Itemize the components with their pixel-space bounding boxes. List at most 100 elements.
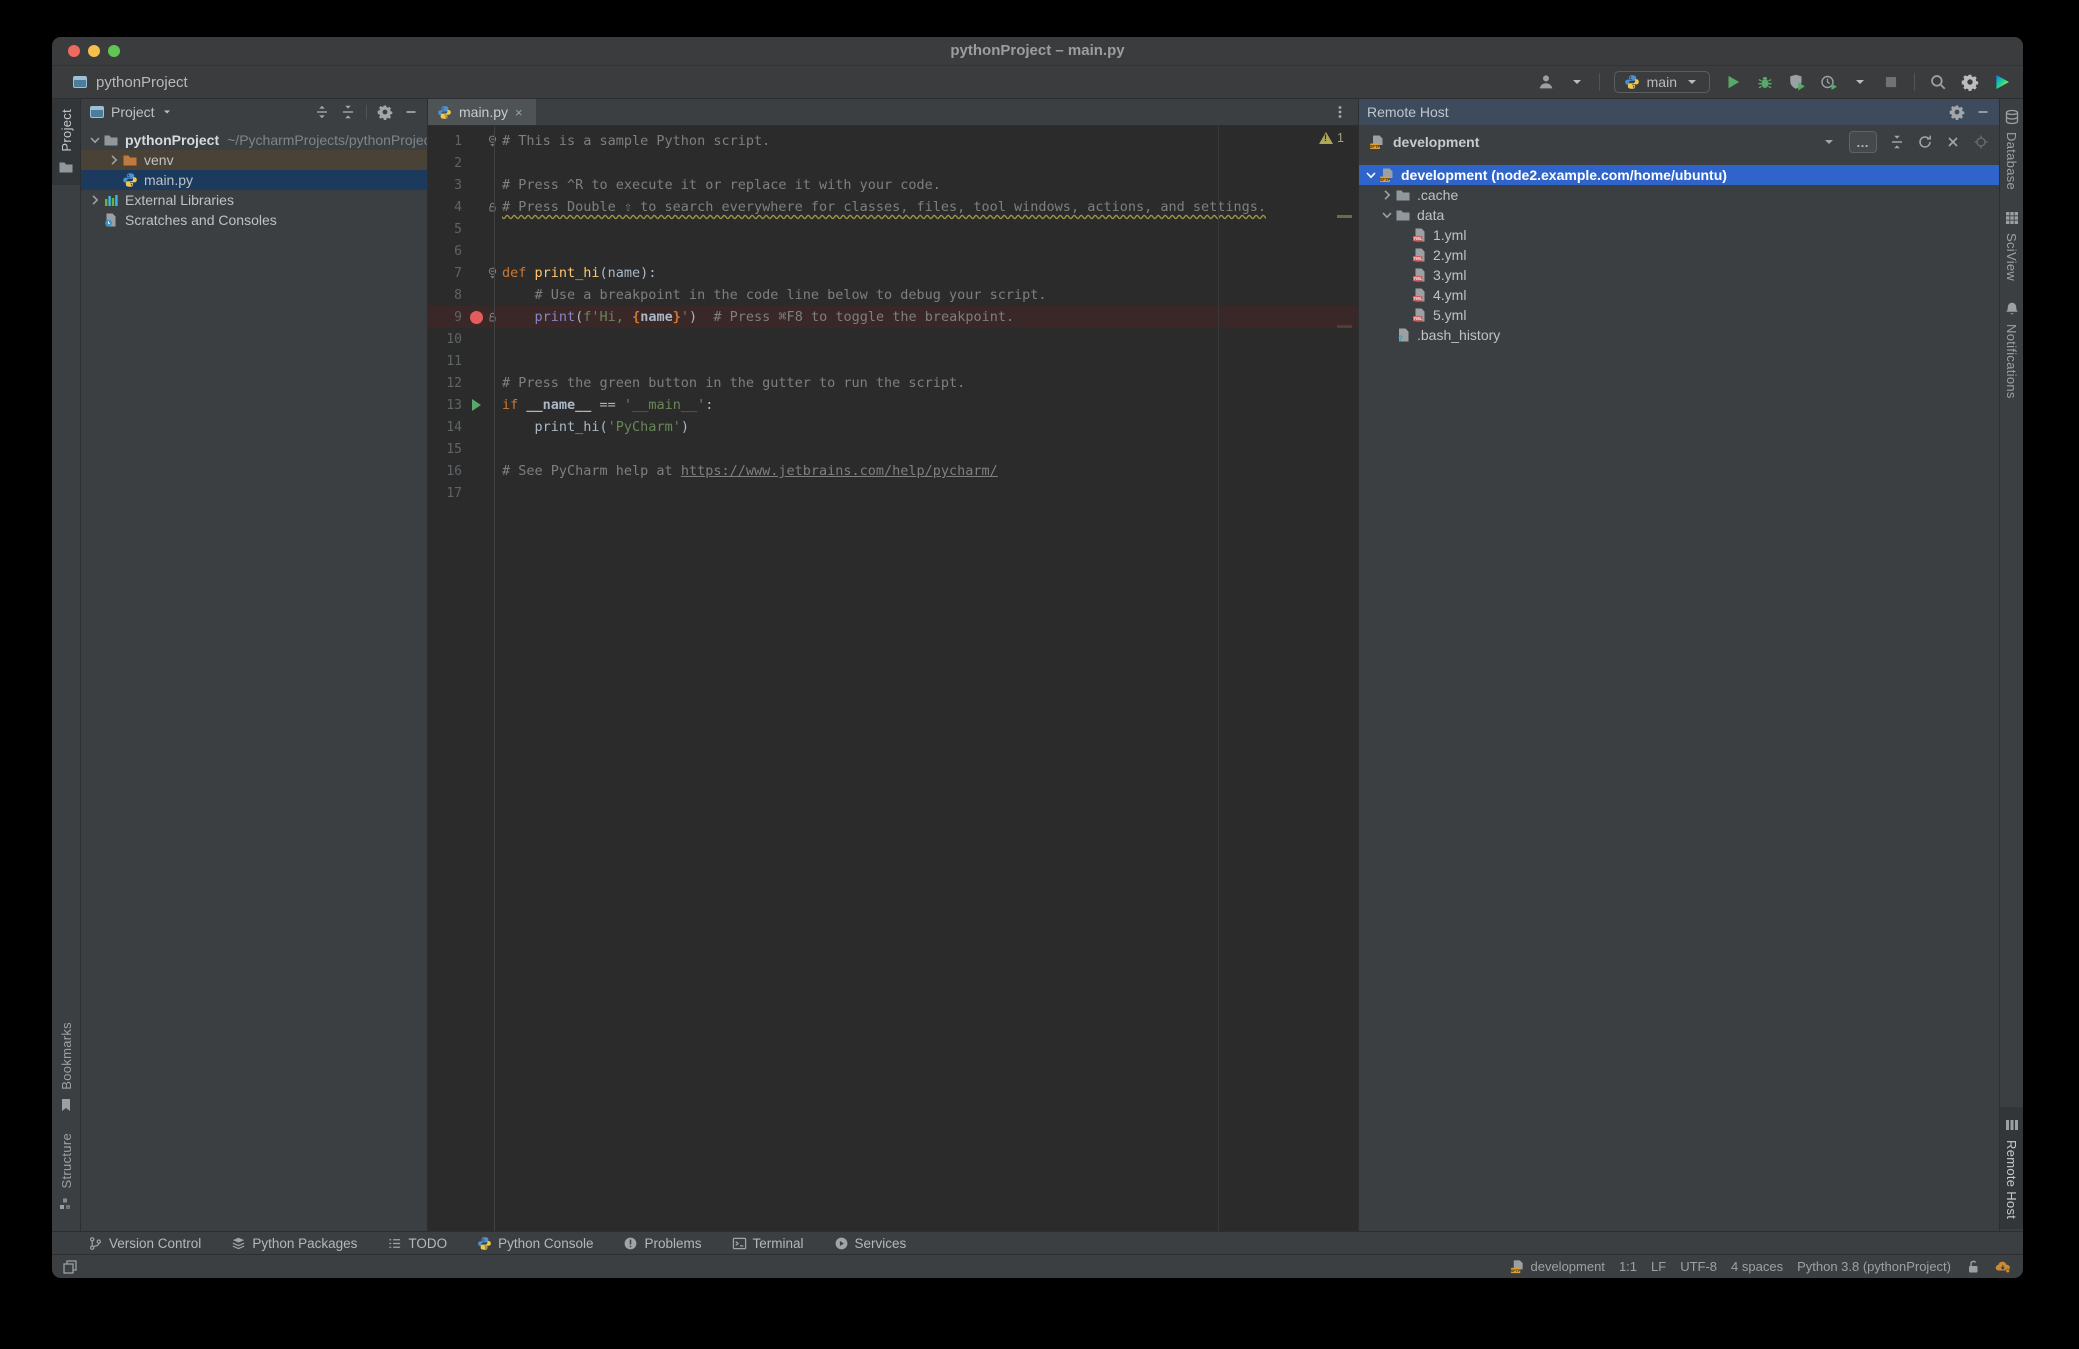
chevron-collapsed-icon[interactable] xyxy=(87,192,103,208)
chevron-expanded-icon[interactable] xyxy=(1363,167,1379,183)
remote-sync-icon[interactable] xyxy=(1917,134,1933,150)
status-item[interactable]: 4 spaces xyxy=(1731,1259,1783,1274)
chevron-expanded-icon[interactable] xyxy=(1379,207,1395,223)
remote-settings-icon[interactable] xyxy=(1949,104,1965,120)
line-number[interactable]: 9 xyxy=(428,310,466,325)
settings-button-icon[interactable] xyxy=(1961,73,1979,91)
server-select[interactable]: development xyxy=(1393,134,1479,150)
tool-tab-structure[interactable]: Structure xyxy=(52,1123,80,1221)
remote-collapse-all-icon[interactable] xyxy=(1889,134,1905,150)
tool-window-button-python-console[interactable]: Python Console xyxy=(477,1236,593,1251)
line-number[interactable]: 1 xyxy=(428,134,466,149)
tool-tab-remote-host[interactable]: Remote Host xyxy=(2000,1106,2023,1229)
status-item[interactable]: LF xyxy=(1651,1259,1666,1274)
user-button-icon[interactable] xyxy=(1537,73,1555,91)
logo-button-icon[interactable] xyxy=(1993,73,2011,91)
remote-tree-item[interactable]: YML 4.yml xyxy=(1359,285,1999,305)
remote-tree-item[interactable]: YML 2.yml xyxy=(1359,245,1999,265)
status-item[interactable]: Python 3.8 (pythonProject) xyxy=(1797,1259,1951,1274)
line-number[interactable]: 4 xyxy=(428,200,466,215)
tool-window-button-python-packages[interactable]: Python Packages xyxy=(231,1236,357,1251)
tool-window-button-services[interactable]: Services xyxy=(834,1236,906,1251)
remote-tree-item[interactable]: YML 5.yml xyxy=(1359,305,1999,325)
tool-window-button-version-control[interactable]: Version Control xyxy=(88,1236,201,1251)
tool-tab-database[interactable]: Database xyxy=(2000,99,2023,200)
remote-tree-item[interactable]: YML 3.yml xyxy=(1359,265,1999,285)
remote-hide-icon[interactable] xyxy=(1975,104,1991,120)
fold-marker-icon[interactable] xyxy=(487,310,498,325)
code-editor[interactable]: 1 # This is a sample Python script. 2 3 # Pr… xyxy=(428,126,1358,1231)
fold-marker-icon[interactable] xyxy=(487,134,498,149)
cloud-sync-icon[interactable] xyxy=(1995,1259,2011,1275)
line-number[interactable]: 2 xyxy=(428,156,466,171)
project-collapse-all-icon[interactable] xyxy=(340,104,356,120)
remote-tree-item[interactable]: .cache xyxy=(1359,185,1999,205)
line-number[interactable]: 13 xyxy=(428,398,466,413)
run-line-icon[interactable] xyxy=(471,399,481,411)
project-expand-all-icon[interactable] xyxy=(314,104,330,120)
remote-tree-item[interactable]: SFTP development (node2.example.com/home/… xyxy=(1359,165,1999,185)
tool-tab-notifications[interactable]: Notifications xyxy=(2000,291,2023,409)
fold-marker-icon[interactable] xyxy=(487,200,498,215)
line-number[interactable]: 17 xyxy=(428,486,466,501)
chevron-expanded-icon[interactable] xyxy=(87,132,103,148)
line-number[interactable]: 5 xyxy=(428,222,466,237)
remote-tree-item[interactable]: ? .bash_history xyxy=(1359,325,1999,345)
inspections-widget[interactable]: 1 xyxy=(1319,131,1344,145)
status-item[interactable]: UTF-8 xyxy=(1680,1259,1717,1274)
more-actions-button[interactable]: … xyxy=(1849,131,1877,153)
tool-window-button-terminal[interactable]: Terminal xyxy=(732,1236,804,1251)
tool-tab-project[interactable]: Project xyxy=(52,99,80,185)
lock-open-icon[interactable] xyxy=(1965,1259,1981,1275)
coverage-button-icon[interactable] xyxy=(1788,73,1806,91)
breakpoint-icon[interactable] xyxy=(469,310,483,324)
tool-tab-bookmarks[interactable]: Bookmarks xyxy=(52,1012,80,1123)
project-tree-item[interactable]: venv xyxy=(81,150,427,170)
chevron-down-icon[interactable] xyxy=(161,104,173,120)
remote-tree-item[interactable]: YML 1.yml xyxy=(1359,225,1999,245)
line-number[interactable]: 6 xyxy=(428,244,466,259)
project-settings-icon[interactable] xyxy=(377,104,393,120)
run-button-icon[interactable] xyxy=(1724,73,1742,91)
line-number[interactable]: 7 xyxy=(428,266,466,281)
search-button-icon[interactable] xyxy=(1929,73,1947,91)
project-tree-item[interactable]: main.py xyxy=(81,170,427,190)
chevron-down-icon[interactable] xyxy=(1569,74,1585,90)
line-number[interactable]: 3 xyxy=(428,178,466,193)
fold-marker-icon[interactable] xyxy=(487,266,498,281)
status-item[interactable]: 1:1 xyxy=(1619,1259,1637,1274)
tool-window-layout-icon[interactable] xyxy=(62,1259,78,1275)
server-select-chevron-icon[interactable] xyxy=(1821,134,1837,150)
run-configuration-select[interactable]: main xyxy=(1613,71,1710,93)
status-remote-host[interactable]: SFTP development xyxy=(1510,1259,1605,1274)
project-tree-item[interactable]: External Libraries xyxy=(81,190,427,210)
line-number[interactable]: 15 xyxy=(428,442,466,457)
line-number[interactable]: 11 xyxy=(428,354,466,369)
profiler-chevron-icon[interactable] xyxy=(1852,74,1868,90)
project-tree-item[interactable]: pythonProject ~/PycharmProjects/pythonPro… xyxy=(81,130,427,150)
chevron-collapsed-icon[interactable] xyxy=(1379,187,1395,203)
tab-main-py[interactable]: main.py × xyxy=(428,99,537,125)
tool-window-button-problems[interactable]: Problems xyxy=(623,1236,702,1251)
project-panel-title[interactable]: Project xyxy=(111,104,155,120)
remote-host-title[interactable]: Remote Host xyxy=(1367,104,1449,120)
code-link[interactable]: https://www.jetbrains.com/help/pycharm/ xyxy=(681,463,998,479)
remote-target-icon[interactable] xyxy=(1973,134,1989,150)
debug-button-icon[interactable] xyxy=(1756,73,1774,91)
line-number[interactable]: 12 xyxy=(428,376,466,391)
line-number[interactable]: 8 xyxy=(428,288,466,303)
remote-tree-item[interactable]: data xyxy=(1359,205,1999,225)
close-tab-icon[interactable]: × xyxy=(515,105,527,120)
line-number[interactable]: 10 xyxy=(428,332,466,347)
project-hide-icon[interactable] xyxy=(403,104,419,120)
line-number[interactable]: 14 xyxy=(428,420,466,435)
remote-close-icon[interactable] xyxy=(1945,134,1961,150)
tool-tab-sciview[interactable]: SciView xyxy=(2000,200,2023,291)
chevron-collapsed-icon[interactable] xyxy=(106,152,122,168)
editor-options-icon[interactable] xyxy=(1332,104,1358,120)
tool-window-button-todo[interactable]: TODO xyxy=(387,1236,447,1251)
profiler-button-icon[interactable] xyxy=(1820,73,1838,91)
stop-button-icon[interactable] xyxy=(1882,73,1900,91)
project-tree-item[interactable]: Scratches and Consoles xyxy=(81,210,427,230)
line-number[interactable]: 16 xyxy=(428,464,466,479)
